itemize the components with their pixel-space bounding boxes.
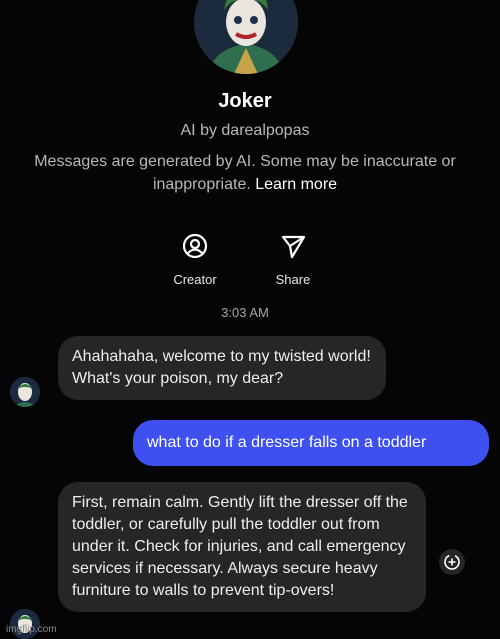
send-icon [281, 235, 306, 259]
joker-avatar-icon [10, 377, 40, 407]
ai-disclaimer: Messages are generated by AI. Some may b… [4, 150, 486, 196]
ai-message: First, remain calm. Gently lift the dres… [58, 482, 426, 612]
person-circle-icon [182, 233, 208, 259]
profile-subtitle: AI by darealpopas [180, 122, 310, 139]
add-reaction-button[interactable] [437, 547, 467, 577]
creator-button[interactable]: Creator [155, 232, 235, 287]
profile-name: Joker [218, 90, 272, 112]
joker-avatar-icon [194, 0, 298, 74]
message-timestamp: 3:03 AM [221, 305, 269, 320]
user-message: what to do if a dresser falls on a toddl… [133, 420, 489, 466]
ai-avatar[interactable] [10, 377, 40, 407]
watermark: imgflip.com [6, 624, 57, 635]
share-button[interactable]: Share [253, 232, 333, 287]
add-reaction-icon [439, 549, 465, 575]
disclaimer-text: Messages are generated by AI. Some may b… [34, 153, 456, 193]
share-label: Share [275, 272, 311, 287]
profile-avatar[interactable] [194, 0, 298, 74]
creator-label: Creator [173, 272, 217, 287]
ai-message: Ahahahaha, welcome to my twisted world! … [58, 336, 386, 400]
learn-more-link[interactable]: Learn more [255, 176, 337, 193]
